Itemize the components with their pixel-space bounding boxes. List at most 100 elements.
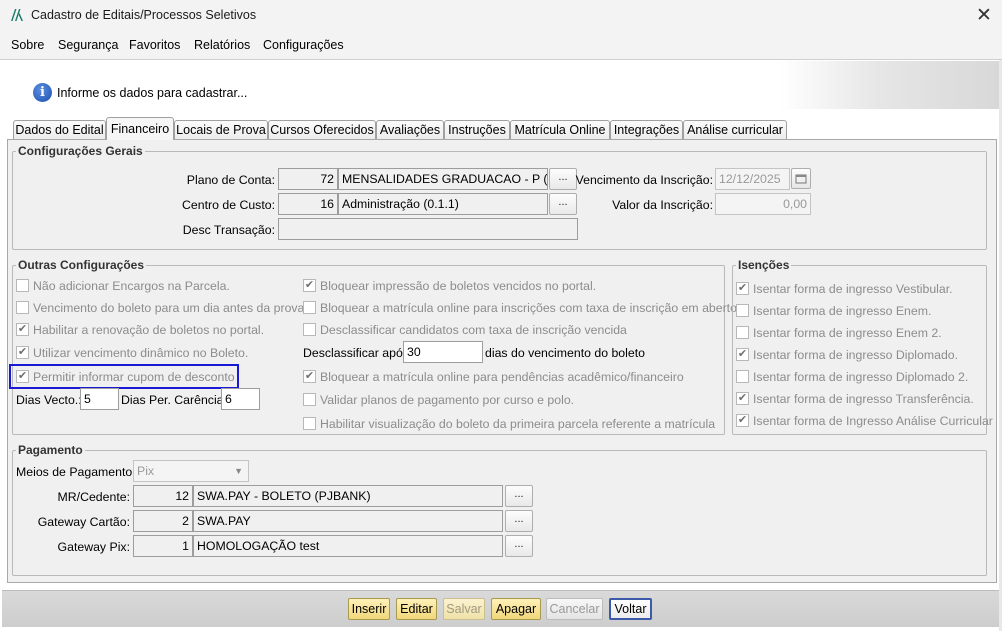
- label-validar-planos: Validar planos de pagamento por curso e …: [320, 393, 575, 407]
- checkbox-isentar-transferencia[interactable]: [736, 392, 749, 405]
- label-isentar-diplomado-2: Isentar forma de ingresso Diplomado 2.: [753, 370, 969, 384]
- label-vencimento-dinamico: Utilizar vencimento dinâmico no Boleto.: [33, 346, 249, 360]
- checkbox-visualizacao-boleto[interactable]: [303, 417, 316, 430]
- editar-button[interactable]: Editar: [396, 598, 437, 620]
- checkbox-isentar-diplomado-2[interactable]: [736, 370, 749, 383]
- group-title-isencoes: Isenções: [736, 258, 792, 272]
- tab-integracoes[interactable]: Integrações: [610, 120, 683, 139]
- tab-analise-curricular[interactable]: Análise curricular: [683, 120, 787, 139]
- label-cupom-desconto: Permitir informar cupom de desconto: [33, 370, 235, 384]
- checkbox-renovacao-boletos[interactable]: [16, 323, 29, 336]
- label-vencimento-dia-antes: Vencimento do boleto para um dia antes d…: [33, 301, 308, 315]
- centro-de-custo-lookup-button[interactable]: ...: [549, 193, 577, 215]
- mr-cedente-desc[interactable]: SWA.PAY - BOLETO (PJBANK): [193, 485, 503, 507]
- gateway-pix-label: Gateway Pix:: [57, 540, 130, 554]
- mr-cedente-label: MR/Cedente:: [57, 490, 130, 504]
- checkbox-bloquear-matricula-taxa[interactable]: [303, 301, 316, 314]
- tab-instrucoes[interactable]: Instruções: [444, 120, 510, 139]
- menu-favoritos[interactable]: Favoritos: [129, 38, 180, 52]
- plano-de-conta-desc[interactable]: MENSALIDADES GRADUACAO - P (3.1.: [338, 168, 548, 190]
- label-isentar-analise-curricular: Isentar forma de Ingresso Análise Curric…: [753, 414, 993, 428]
- plano-de-conta-lookup-button[interactable]: ...: [549, 168, 577, 190]
- voltar-button[interactable]: Voltar: [609, 598, 652, 620]
- menu-sobre[interactable]: Sobre: [11, 38, 44, 52]
- label-isentar-vestibular: Isentar forma de ingresso Vestibular.: [753, 282, 953, 296]
- gateway-cartao-lookup-button[interactable]: ...: [505, 510, 533, 532]
- checkbox-desclassificar-candidatos[interactable]: [303, 323, 316, 336]
- label-isentar-enem: Isentar forma de ingresso Enem.: [753, 304, 932, 318]
- checkbox-vencimento-dinamico[interactable]: [16, 346, 29, 359]
- apagar-button[interactable]: Apagar: [491, 598, 541, 620]
- menu-configuracoes[interactable]: Configurações: [263, 38, 344, 52]
- menu-seguranca[interactable]: Segurança: [58, 38, 118, 52]
- group-title-outras-configuracoes: Outras Configurações: [16, 258, 147, 272]
- salvar-button[interactable]: Salvar: [443, 598, 485, 620]
- calendar-icon[interactable]: [791, 168, 811, 189]
- meios-pagamento-value: Pix: [137, 464, 155, 478]
- label-isentar-transferencia: Isentar forma de ingresso Transferência.: [753, 392, 974, 406]
- checkbox-vencimento-dia-antes[interactable]: [16, 301, 29, 314]
- dias-vecto-field[interactable]: 5: [80, 388, 119, 410]
- desc-transacao-label: Desc Transação:: [182, 223, 275, 237]
- label-isentar-enem-2: Isentar forma de ingresso Enem 2.: [753, 326, 942, 340]
- dias-vecto-label: Dias Vecto.:: [16, 393, 82, 407]
- gateway-pix-code[interactable]: 1: [133, 535, 193, 557]
- checkbox-bloquear-boletos-vencidos[interactable]: [303, 279, 316, 292]
- checkbox-isentar-analise-curricular[interactable]: [736, 414, 749, 427]
- centro-de-custo-label: Centro de Custo:: [182, 198, 275, 212]
- checkbox-isentar-diplomado[interactable]: [736, 348, 749, 361]
- vencimento-inscricao-field[interactable]: 12/12/2025: [715, 168, 790, 190]
- plano-de-conta-label: Plano de Conta:: [186, 173, 275, 187]
- desc-transacao-field[interactable]: [278, 218, 578, 240]
- info-icon: i: [33, 83, 52, 102]
- label-isentar-diplomado: Isentar forma de ingresso Diplomado.: [753, 348, 959, 362]
- label-visualizacao-boleto: Habilitar visualização do boleto da prim…: [320, 417, 716, 431]
- gateway-cartao-label: Gateway Cartão:: [37, 515, 130, 529]
- checkbox-nao-adicionar-encargos[interactable]: [16, 279, 29, 292]
- valor-inscricao-field[interactable]: 0,00: [715, 193, 811, 215]
- plano-de-conta-code[interactable]: 72: [278, 168, 338, 190]
- cancelar-button[interactable]: Cancelar: [546, 598, 603, 620]
- centro-de-custo-code[interactable]: 16: [278, 193, 338, 215]
- tab-financeiro[interactable]: Financeiro: [106, 117, 174, 140]
- meios-pagamento-label: Meios de Pagamento:: [16, 465, 136, 479]
- tab-dados-do-edital[interactable]: Dados do Edital: [13, 120, 106, 139]
- checkbox-isentar-vestibular[interactable]: [736, 282, 749, 295]
- mr-cedente-lookup-button[interactable]: ...: [505, 485, 533, 507]
- gateway-pix-desc[interactable]: HOMOLOGAÇÃO test: [193, 535, 503, 557]
- dias-carencia-field[interactable]: 6: [221, 388, 260, 410]
- tab-cursos-oferecidos[interactable]: Cursos Oferecidos: [268, 120, 376, 139]
- tab-locais-de-prova[interactable]: Locais de Prova: [174, 120, 268, 139]
- mr-cedente-code[interactable]: 12: [133, 485, 193, 507]
- dias-carencia-label: Dias Per. Carência:: [121, 393, 227, 407]
- checkbox-isentar-enem-2[interactable]: [736, 326, 749, 339]
- label-bloquear-matricula-pendencias: Bloquear a matrícula online para pendênc…: [320, 370, 684, 384]
- close-icon[interactable]: ✕: [968, 1, 1000, 31]
- meios-pagamento-select[interactable]: Pix ▼: [133, 460, 249, 482]
- inserir-button[interactable]: Inserir: [348, 598, 390, 620]
- chevron-down-icon: ▼: [234, 466, 243, 476]
- gateway-pix-lookup-button[interactable]: ...: [505, 535, 533, 557]
- tab-avaliacoes[interactable]: Avaliações: [376, 120, 444, 139]
- valor-inscricao-label: Valor da Inscrição:: [612, 198, 713, 212]
- centro-de-custo-desc[interactable]: Administração (0.1.1): [338, 193, 548, 215]
- checkbox-validar-planos[interactable]: [303, 393, 316, 406]
- tab-matricula-online[interactable]: Matrícula Online: [510, 120, 610, 139]
- checkbox-cupom-desconto[interactable]: [16, 370, 29, 383]
- group-title-pagamento: Pagamento: [16, 443, 85, 457]
- desclassificar-apos-field[interactable]: 30: [403, 341, 483, 363]
- checkbox-bloquear-matricula-pendencias[interactable]: [303, 370, 316, 383]
- menu-relatorios[interactable]: Relatórios: [194, 38, 250, 52]
- app-logo-icon: [11, 9, 23, 21]
- label-bloquear-boletos-vencidos: Bloquear impressão de boletos vencidos n…: [320, 279, 597, 293]
- checkbox-isentar-enem[interactable]: [736, 304, 749, 317]
- label-renovacao-boletos: Habilitar a renovação de boletos no port…: [33, 323, 265, 337]
- label-bloquear-matricula-taxa: Bloquear a matrícula online para inscriç…: [320, 301, 737, 315]
- vencimento-inscricao-label: Vencimento da Inscrição:: [575, 173, 713, 187]
- gateway-cartao-desc[interactable]: SWA.PAY: [193, 510, 503, 532]
- group-title-configuracoes-gerais: Configurações Gerais: [16, 144, 145, 158]
- label-desclassificar-candidatos: Desclassificar candidatos com taxa de in…: [320, 323, 627, 337]
- window-title: Cadastro de Editais/Processos Seletivos: [31, 8, 257, 22]
- gateway-cartao-code[interactable]: 2: [133, 510, 193, 532]
- desclassificar-apos-label: Desclassificar após: [303, 346, 409, 360]
